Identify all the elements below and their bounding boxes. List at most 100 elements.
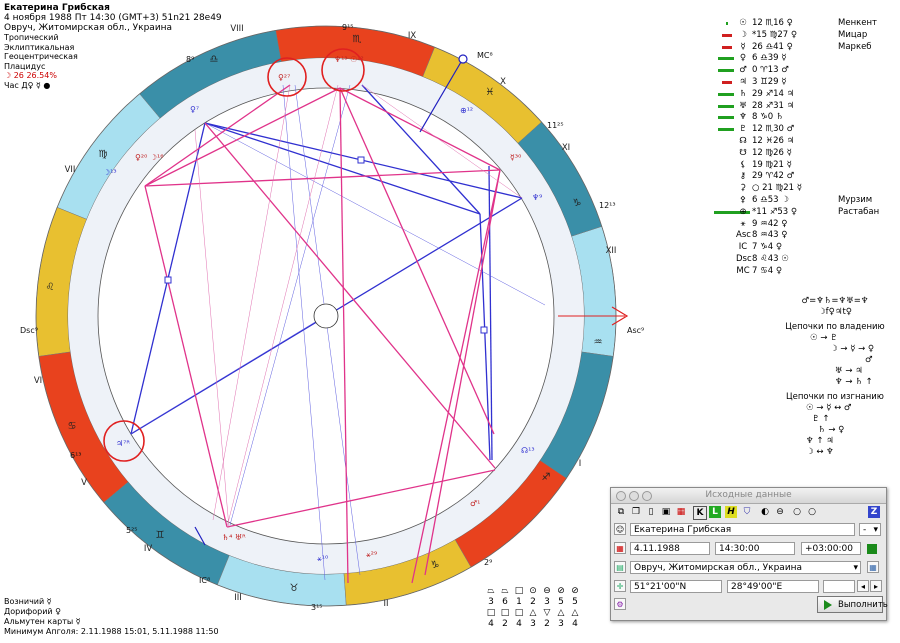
aspect-line-minor [129, 315, 326, 435]
filter-icon[interactable]: ⊖ [774, 506, 786, 518]
planet-row[interactable]: Asc 8 ♒43 ♀ [690, 230, 895, 242]
planet-row[interactable]: ♀ 6 ♎39 ☿ [690, 53, 895, 65]
planet-mark[interactable]: ♂¹ [470, 499, 480, 508]
planet-glyph-icon: ⊕ [739, 206, 747, 217]
planet-row[interactable]: ♂ 0 ♈13 ♂ [690, 65, 895, 77]
place-value: Овруч, Житомирская обл., Украина [634, 563, 803, 573]
planet-mark[interactable]: ☿³⁰ [510, 153, 521, 162]
dialog-titlebar[interactable]: Исходные данные [611, 488, 886, 504]
center-circle [313, 303, 339, 329]
planet-position: 12 ♏16 ♀ [752, 18, 793, 28]
planet-mark[interactable]: ♃⁷ᴿ [116, 439, 130, 448]
planet-row[interactable]: ⚸ 19 ♍21 ☿ [690, 160, 895, 172]
date-field[interactable]: 4.11.1988 [630, 542, 710, 555]
next-arrow-icon[interactable]: ▸ [870, 580, 882, 592]
dignity-bar [722, 45, 732, 49]
planet-row[interactable]: Dsc 8 ♌43 ☉ [690, 254, 895, 266]
planet-row[interactable]: ☽ *15 ♍27 ♀ Мицар [690, 30, 895, 42]
aspect-formula: ♂=♆♄=♆♅=♆ [801, 296, 869, 306]
exile-chains-title: Цепочки по изгнанию [786, 392, 884, 402]
planet-row[interactable]: ⚴ 6 ♎53 ☽ Мурзим [690, 195, 895, 207]
copy-icon[interactable]: ❐ [630, 506, 642, 518]
place-field[interactable]: Овруч, Житомирская обл., Украина ▾ [630, 561, 861, 574]
planet-row[interactable]: ⚷ 29 ♈42 ♂ [690, 171, 895, 183]
cusp-label-11: 11²⁵ [547, 121, 564, 130]
planet-mark[interactable]: ⚹²⁹ [366, 550, 377, 559]
cusp-label-5: 5²⁵ [126, 526, 138, 535]
dignity-bar [718, 116, 734, 120]
planet-mark[interactable]: ♀²⁷ [278, 73, 290, 82]
longitude-field[interactable]: 28°49'00"E [727, 580, 819, 593]
planet-row[interactable]: ☿ 26 ♎41 ♀ Маркеб [690, 42, 895, 54]
planet-row[interactable]: ♆ 8 ♑0 ♄ [690, 112, 895, 124]
planet-mark[interactable]: ♆⁹ [532, 193, 542, 202]
figure-symbol-icon: □ [514, 585, 524, 596]
house-numeral-4: IV [144, 544, 153, 554]
prev-arrow-icon[interactable]: ◂ [857, 580, 869, 592]
dignity-bar [726, 22, 728, 25]
planet-position: 12 ♓26 ♃ [752, 135, 795, 146]
timezone-field[interactable]: +03:00:00 [801, 542, 861, 555]
gender-select[interactable]: - ▾ [859, 523, 881, 536]
save-icon[interactable]: ▣ [660, 506, 672, 518]
minimize-window-icon[interactable] [629, 491, 639, 501]
atlas-icon[interactable]: ▦ [867, 561, 879, 573]
planet-mark[interactable]: ♄⁴ ♅ᴿ [222, 533, 246, 542]
dialog-toolbar: ⧉ ❐ ▯ ▣ ▦ K L H ⛉ ◐ ⊖ ○ ○ Z [611, 504, 886, 520]
name-field[interactable]: Екатерина Грибская [630, 523, 855, 536]
planet-mark[interactable]: ♀²⁰ ☽¹⁶ [135, 153, 163, 162]
k-button-icon[interactable]: K [693, 506, 707, 520]
shield-icon[interactable]: ⛉ [741, 506, 753, 518]
close-window-icon[interactable] [616, 491, 626, 501]
l-button-icon[interactable]: L [709, 506, 721, 518]
planet-mark[interactable]: ☊¹³ [521, 446, 535, 455]
settings-icon[interactable]: ⚙ [614, 598, 626, 610]
option-b-icon[interactable]: ○ [806, 506, 818, 518]
figure-count: 3 [544, 596, 550, 607]
house-numeral-12: XII [606, 246, 617, 256]
planet-row[interactable]: ♃ 3 ♊29 ☿ [690, 77, 895, 89]
planet-row[interactable]: ♅ 28 ♐31 ♃ [690, 101, 895, 113]
planet-row[interactable]: ♇ 12 ♏30 ♂ [690, 124, 895, 136]
house-numeral-9: IX [408, 31, 417, 41]
planet-row[interactable]: ☉ 12 ♏16 ♀ Менкент [690, 18, 895, 30]
option-a-icon[interactable]: ○ [791, 506, 803, 518]
planet-row[interactable]: ⚳ ○ 21 ♍21 ☿ [690, 183, 895, 195]
calendar-icon[interactable]: ▦ [675, 506, 687, 518]
source-data-dialog[interactable]: Исходные данные ⧉ ❐ ▯ ▣ ▦ K L H ⛉ ◐ ⊖ ○ … [610, 487, 888, 621]
figure-count: 6 [502, 596, 508, 607]
dignity-bar [718, 69, 734, 73]
latitude-field[interactable]: 51°21'00"N [630, 580, 722, 593]
planet-row[interactable]: ⚹ 9 ♒42 ♀ [690, 219, 895, 231]
zoom-window-icon[interactable] [642, 491, 652, 501]
planet-glyph-icon: ☋ [739, 147, 747, 158]
planet-position: 0 ♈13 ♂ [752, 65, 789, 76]
planet-mark[interactable]: ⊕¹² [460, 106, 473, 115]
extra-field[interactable] [823, 580, 855, 593]
new-icon[interactable]: ▯ [645, 506, 657, 518]
planet-glyph-icon: ⚳ [739, 183, 747, 194]
planet-glyph-icon: ☉ [739, 18, 747, 28]
z-button-icon[interactable]: Z [868, 506, 880, 518]
planet-row[interactable]: ⊕ *11 ♐53 ♀ Растабан [690, 207, 895, 219]
timezone-status-icon[interactable] [867, 544, 877, 554]
planet-row[interactable]: ☋ 12 ♍26 ☿ [690, 148, 895, 160]
planet-row[interactable]: ♄ 29 ♐14 ♃ [690, 89, 895, 101]
almuten: Альмутен карты ☿ [4, 617, 81, 626]
planet-glyph-icon: ⚷ [739, 171, 747, 182]
planet-mark[interactable]: ⚹¹⁰ [317, 554, 328, 563]
natal-chart-wheel[interactable]: ♐ ♑ ♉ ♊ ♋ ♌ ♍ ♎ ♏ ♓ ♑ ♒ Asc⁹ 2⁹ 3¹⁵ IC⁸ 5²⁵ 6¹³ Dsc⁹ 8⁹ 9¹⁵… [0, 0, 660, 643]
time-field[interactable]: 14:30:00 [715, 542, 795, 555]
run-button[interactable]: Выполнить [817, 596, 888, 613]
planet-row[interactable]: MC 7 ♋4 ♀ [690, 266, 895, 278]
aspect-line-minor [212, 84, 291, 521]
planet-mark[interactable]: ☽¹³ [103, 168, 117, 177]
open-icon[interactable]: ⧉ [615, 506, 627, 518]
planet-row[interactable]: ☊ 12 ♓26 ♃ [690, 136, 895, 148]
square-aspect-marker [164, 276, 172, 284]
planet-mark[interactable]: ♀⁷ [190, 105, 199, 114]
figure-symbol-icon: ⊖ [543, 585, 551, 596]
h-button-icon[interactable]: H [725, 506, 737, 518]
planet-row[interactable]: IC 7 ♑4 ♀ [690, 242, 895, 254]
moon-icon[interactable]: ◐ [759, 506, 771, 518]
